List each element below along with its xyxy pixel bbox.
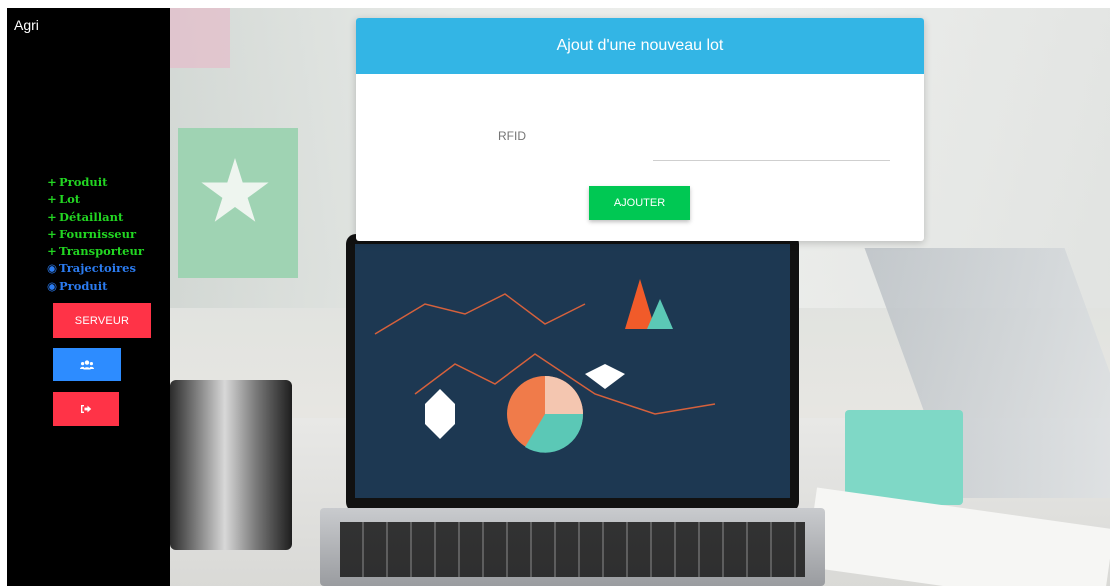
add-lot-card: Ajout d'une nouveau lot RFID AJOUTER <box>356 18 924 241</box>
nav-label: Trajectoires <box>59 261 136 276</box>
background-laptop <box>346 234 799 512</box>
laptop-screen-graphic <box>355 244 790 498</box>
nav-add-lot[interactable]: + Lot <box>46 191 144 208</box>
plus-icon: + <box>47 175 57 189</box>
users-button[interactable] <box>53 348 121 381</box>
plus-icon: + <box>47 226 57 241</box>
serveur-button[interactable]: SERVEUR <box>53 303 151 338</box>
nav-label: Produit <box>59 175 108 189</box>
nav-label: Transporteur <box>59 244 144 259</box>
plus-icon: + <box>47 192 57 207</box>
nav-view-trajectoires[interactable]: ◉ Trajectoires <box>46 260 144 277</box>
eye-icon: ◉ <box>46 261 58 276</box>
background-cup <box>170 380 292 550</box>
sidebar-nav: + Produit + Lot + Détaillant + Fournisseur +… <box>46 174 144 295</box>
ajouter-button[interactable]: AJOUTER <box>589 186 690 220</box>
background-keyboard <box>320 508 825 586</box>
nav-add-detaillant[interactable]: + Détaillant <box>46 209 144 226</box>
card-title: Ajout d'une nouveau lot <box>356 18 924 74</box>
rfid-label: RFID <box>498 129 526 143</box>
nav-label: Lot <box>59 192 81 207</box>
sidebar: Agri + Produit + Lot + Détaillant + Fourniss… <box>7 8 170 586</box>
plus-icon: + <box>47 209 57 224</box>
nav-add-fournisseur[interactable]: + Fournisseur <box>46 226 144 243</box>
nav-label: Détaillant <box>59 209 124 224</box>
sign-out-icon <box>81 405 92 413</box>
nav-view-produit[interactable]: ◉ Produit <box>46 278 144 295</box>
background-speaker <box>845 410 963 505</box>
nav-label: Produit <box>59 278 108 293</box>
logout-button[interactable] <box>53 392 119 426</box>
eye-icon: ◉ <box>46 278 58 293</box>
nav-add-produit[interactable]: + Produit <box>46 174 144 191</box>
keyboard-keys <box>340 522 805 577</box>
plus-icon: + <box>47 244 57 259</box>
background-decor <box>170 8 230 68</box>
brand-title: Agri <box>14 17 39 33</box>
nav-label: Fournisseur <box>59 226 137 241</box>
laptop-infographic <box>374 279 716 453</box>
users-icon <box>80 359 94 369</box>
nav-add-transporteur[interactable]: + Transporteur <box>46 243 144 260</box>
rfid-input[interactable] <box>653 136 890 161</box>
